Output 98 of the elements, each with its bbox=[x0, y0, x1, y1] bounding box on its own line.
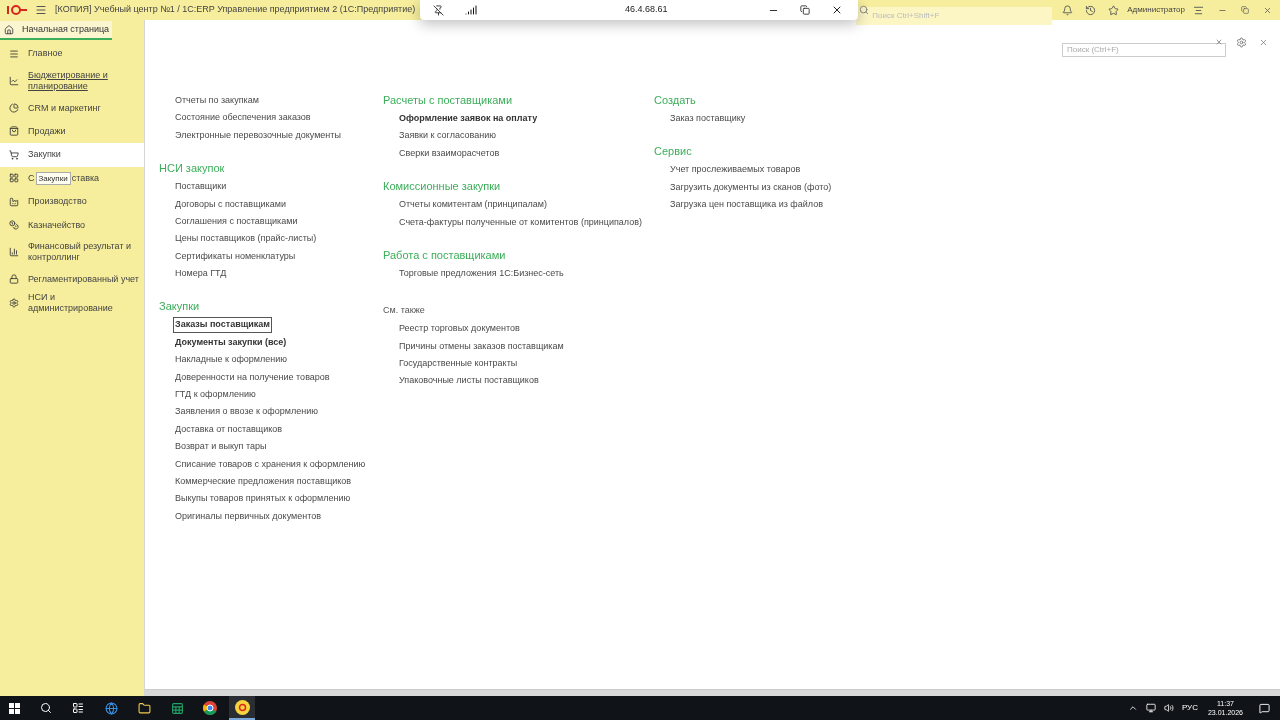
section-heading: Закупки bbox=[159, 299, 201, 315]
menu-link[interactable]: Счета-фактуры полученные от комитентов (принципалов) bbox=[397, 214, 644, 230]
home-tab[interactable]: Начальная страница bbox=[0, 21, 112, 40]
sidebar-item[interactable]: Финансовый результат и контроллинг bbox=[0, 236, 144, 268]
pie-chart-icon bbox=[9, 103, 19, 114]
tooltip: Закупки bbox=[35, 171, 71, 185]
sidebar-item[interactable]: Регламентированный учет bbox=[0, 267, 144, 292]
browser-icon[interactable] bbox=[203, 701, 217, 715]
search-field[interactable]: Поиск (Ctrl+F) bbox=[1062, 42, 1226, 57]
menu-link[interactable]: Поставщики bbox=[173, 179, 229, 195]
sidebar-item[interactable]: Главное bbox=[0, 42, 144, 66]
menu-link[interactable]: Соглашения с поставщиками bbox=[173, 213, 300, 230]
factory-icon bbox=[9, 196, 19, 207]
menu-link[interactable]: Заявления о ввозе к оформлению bbox=[173, 404, 320, 420]
menu-link[interactable]: Документы закупки (все) bbox=[173, 334, 289, 351]
menu-link[interactable]: Государственные контракты bbox=[397, 356, 520, 372]
menu-link[interactable]: Отчеты комитентам (принципалам) bbox=[397, 197, 549, 213]
menu-link[interactable]: Учет прослеживаемых товаров bbox=[668, 162, 803, 178]
section-heading: Работа с поставщиками bbox=[383, 247, 507, 263]
menu-link[interactable]: ГТД к оформлению bbox=[173, 387, 258, 403]
menu-link[interactable]: Выкупы товаров принятых к оформлению bbox=[173, 491, 353, 507]
home-icon bbox=[4, 24, 14, 35]
user-name[interactable]: Администратор bbox=[1127, 4, 1185, 16]
sidebar-item[interactable]: Производство bbox=[0, 189, 144, 214]
menu-link[interactable]: Заявки к согласованию bbox=[397, 128, 498, 144]
menu-link[interactable]: Сертификаты номенклатуры bbox=[173, 248, 298, 265]
bar-chart-icon bbox=[9, 247, 19, 258]
network-icon[interactable] bbox=[1145, 703, 1156, 713]
sidebar-item[interactable]: CRM и маркетинг bbox=[0, 96, 144, 120]
section-heading: Комиссионные закупки bbox=[383, 178, 502, 194]
bag-icon bbox=[9, 126, 19, 137]
menu-link[interactable]: Причины отмены заказов поставщикам bbox=[397, 338, 566, 355]
menu-link[interactable]: Накладные к оформлению bbox=[173, 352, 290, 368]
search-icon[interactable] bbox=[40, 702, 52, 714]
chevron-icon[interactable] bbox=[1127, 703, 1138, 713]
menu-link[interactable]: Оригиналы первичных документов bbox=[173, 508, 324, 525]
lock-icon bbox=[9, 274, 19, 285]
menu-link[interactable]: Доставка от поставщиков bbox=[173, 421, 285, 438]
cart-icon bbox=[9, 149, 19, 160]
menu-link[interactable]: Возврат и выкуп тары bbox=[173, 439, 269, 455]
menu-link[interactable]: Заказы поставщикам bbox=[173, 317, 272, 333]
windows-icon[interactable] bbox=[9, 702, 20, 714]
logo-icon bbox=[234, 699, 250, 715]
sidebar-item[interactable]: Закупки bbox=[0, 143, 144, 167]
restore-icon[interactable] bbox=[799, 5, 810, 15]
menu-link[interactable]: Упаковочные листы поставщиков bbox=[397, 373, 541, 389]
menu-link[interactable]: Загрузить документы из сканов (фото) bbox=[668, 179, 834, 196]
app-taskbar-button[interactable] bbox=[229, 696, 255, 720]
menu-icon[interactable] bbox=[1193, 4, 1204, 16]
language-indicator[interactable]: РУС bbox=[1181, 702, 1198, 714]
menu-link[interactable]: Списание товаров с хранения к оформлению bbox=[173, 456, 368, 473]
task-view-icon[interactable] bbox=[72, 702, 84, 714]
window-title: [КОПИЯ] Учебный центр №1 / 1С:ERP Управление предприятием 2 (1С:Предприятие) bbox=[55, 3, 416, 17]
menu-link[interactable]: Заказ поставщику bbox=[668, 110, 748, 127]
signal-icon bbox=[465, 4, 477, 16]
section-heading: См. также bbox=[383, 303, 426, 317]
pin-icon[interactable] bbox=[433, 4, 444, 16]
menu-link[interactable]: Оформление заявок на оплату bbox=[397, 110, 540, 127]
section-heading: Расчеты с поставщиками bbox=[383, 92, 514, 108]
sidebar-item[interactable]: Продажи bbox=[0, 119, 144, 144]
menu-link[interactable]: Состояние обеспечения заказов bbox=[173, 110, 313, 126]
notification-icon[interactable] bbox=[1259, 702, 1270, 714]
folder-icon[interactable] bbox=[138, 701, 151, 715]
sidebar-item[interactable]: Казначейство bbox=[0, 213, 144, 237]
volume-icon[interactable] bbox=[1163, 703, 1174, 713]
grid-icon bbox=[9, 173, 19, 184]
section-heading: НСИ закупок bbox=[159, 160, 226, 176]
clear-icon[interactable] bbox=[1215, 38, 1223, 46]
menu-link[interactable]: Коммерческие предложения поставщиков bbox=[173, 473, 354, 490]
section-heading: Сервис bbox=[654, 144, 693, 160]
menu-link[interactable]: Договоры с поставщиками bbox=[173, 196, 288, 212]
sidebar-item[interactable]: С Закупки ставка bbox=[0, 166, 144, 190]
menu-link[interactable]: Номера ГТД bbox=[173, 266, 229, 282]
logo-icon bbox=[5, 5, 27, 15]
settings-icon[interactable] bbox=[1236, 36, 1247, 48]
coins-icon bbox=[9, 220, 19, 231]
menu-link[interactable]: Сверки взаиморасчетов bbox=[397, 145, 502, 162]
chart-icon bbox=[9, 75, 19, 86]
section-heading: Создать bbox=[654, 92, 697, 108]
history-icon[interactable] bbox=[1085, 4, 1097, 16]
menu-link[interactable]: Отчеты по закупкам bbox=[173, 92, 261, 109]
settings-icon bbox=[9, 297, 19, 308]
bell-icon[interactable] bbox=[1062, 4, 1074, 16]
star-icon[interactable] bbox=[1108, 4, 1120, 16]
search-field[interactable]: Поиск Ctrl+Shift+F bbox=[856, 6, 1053, 25]
spreadsheet-icon[interactable] bbox=[171, 701, 184, 715]
menu-link[interactable]: Реестр торговых документов bbox=[397, 321, 522, 337]
menu-link[interactable]: Электронные перевозочные документы bbox=[173, 127, 343, 144]
menu-link[interactable]: Цены поставщиков (прайс-листы) bbox=[173, 231, 319, 247]
menu-link[interactable]: Торговые предложения 1С:Бизнес-сеть bbox=[397, 265, 566, 282]
menu-icon bbox=[9, 48, 19, 59]
menu-icon[interactable] bbox=[35, 4, 47, 16]
search-icon bbox=[859, 5, 870, 15]
remote-address: 46.4.68.61 bbox=[625, 3, 668, 17]
sidebar-item[interactable]: НСИ и администрирование bbox=[0, 291, 144, 315]
menu-link[interactable]: Доверенности на получение товаров bbox=[173, 369, 332, 386]
sidebar-item[interactable]: Бюджетирование и планирование bbox=[0, 65, 144, 97]
menu-link[interactable]: Загрузка цен поставщика из файлов bbox=[668, 197, 825, 213]
